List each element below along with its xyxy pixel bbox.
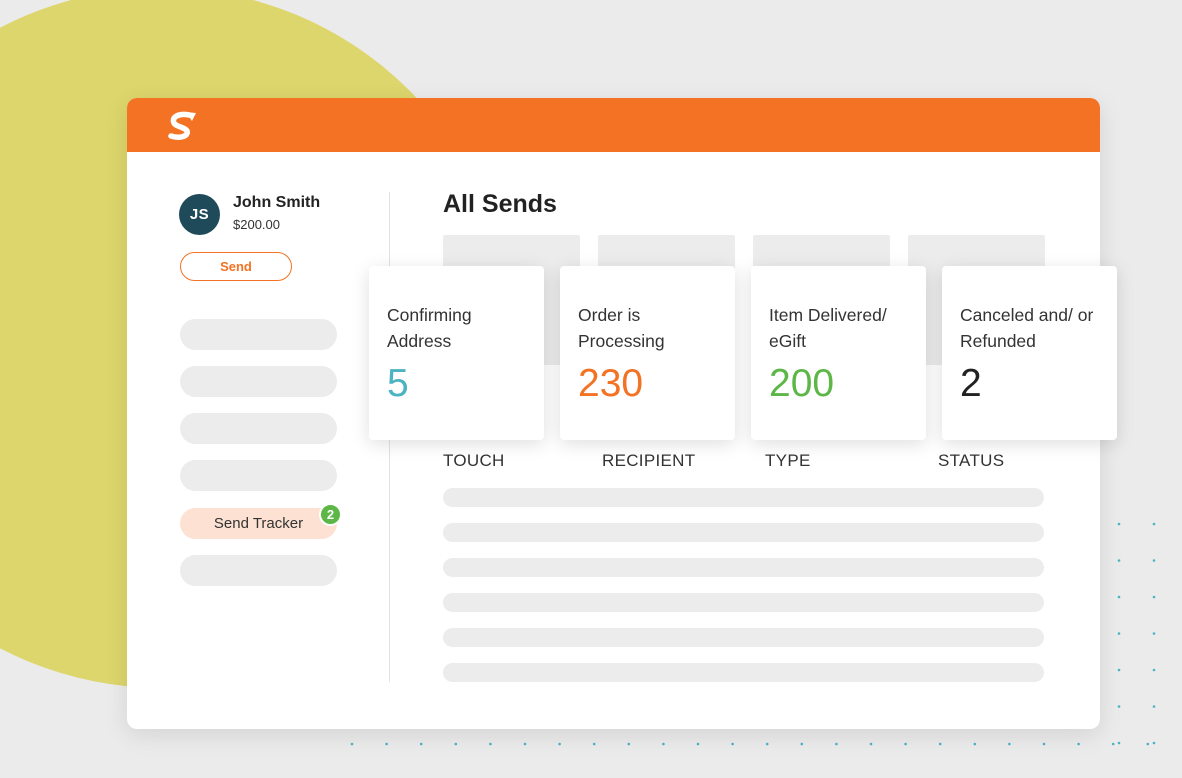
page-title: All Sends: [443, 190, 557, 218]
sidebar-item-placeholder[interactable]: [180, 460, 337, 491]
decorative-dot: [489, 742, 492, 746]
avatar[interactable]: JS: [179, 194, 220, 235]
sidebar: JS John Smith $200.00 Send Send Tracker …: [127, 152, 390, 729]
decorative-dot: [1008, 742, 1011, 746]
decorative-dot: [592, 742, 596, 746]
marketing-stage: JS John Smith $200.00 Send Send Tracker …: [0, 0, 1182, 778]
table-row[interactable]: [443, 593, 1044, 612]
decorative-dot: [765, 742, 769, 746]
decorative-dot: [1117, 741, 1121, 745]
column-header-touch[interactable]: TOUCH: [443, 451, 505, 471]
brand-logo-icon[interactable]: [165, 109, 199, 143]
decorative-dot: [1117, 705, 1121, 708]
status-card-item-delivered[interactable]: Item Delivered/ eGift 200: [751, 266, 926, 440]
decorative-dot: [800, 742, 804, 746]
sidebar-item-send-tracker[interactable]: Send Tracker: [180, 508, 337, 539]
table-row[interactable]: [443, 558, 1044, 577]
table-row[interactable]: [443, 663, 1044, 682]
decorative-dot: [1117, 595, 1121, 599]
decorative-dot: [1152, 559, 1156, 562]
status-card-value: 5: [387, 362, 409, 405]
decorative-dot: [385, 742, 388, 746]
top-bar: [127, 98, 1100, 152]
decorative-dot: [1152, 632, 1156, 635]
table-row[interactable]: [443, 523, 1044, 542]
decorative-dot: [1152, 741, 1156, 745]
decorative-dot: [1111, 742, 1115, 746]
decorative-dot: [1152, 705, 1156, 708]
decorative-dot: [558, 742, 561, 746]
decorative-dot: [1117, 522, 1121, 526]
sidebar-item-placeholder[interactable]: [180, 366, 337, 397]
notification-badge: 2: [319, 503, 342, 526]
decorative-dot: [1152, 668, 1156, 672]
decorative-dot: [523, 742, 527, 746]
table-row[interactable]: [443, 628, 1044, 647]
status-card-value: 2: [960, 362, 982, 405]
column-header-recipient[interactable]: RECIPIENT: [602, 451, 695, 471]
decorative-dot: [835, 742, 838, 746]
user-name: John Smith: [233, 194, 321, 211]
decorative-dot: [1152, 595, 1156, 599]
status-card-label: Confirming Address: [387, 305, 472, 351]
decorative-dot: [662, 742, 665, 746]
sidebar-item-placeholder[interactable]: [180, 413, 337, 444]
decorative-dot: [731, 742, 734, 746]
decorative-dot: [1146, 742, 1150, 746]
status-card-confirming-address[interactable]: Confirming Address 5: [369, 266, 544, 440]
status-card-value: 230: [578, 362, 644, 405]
column-header-status[interactable]: STATUS: [938, 451, 1004, 471]
decorative-dot: [454, 742, 458, 746]
decorative-dot: [1117, 559, 1121, 562]
decorative-dot: [904, 742, 907, 746]
decorative-dot: [1117, 632, 1121, 635]
column-header-type[interactable]: TYPE: [765, 451, 811, 471]
decorative-dot: [1042, 742, 1046, 746]
decorative-dot: [627, 742, 631, 746]
decorative-dot: [1152, 522, 1156, 526]
decorative-dot: [419, 742, 423, 746]
table-row[interactable]: [443, 488, 1044, 507]
user-balance: $200.00: [233, 217, 280, 232]
status-card-label: Order is Processing: [578, 305, 665, 351]
decorative-dot: [696, 742, 700, 746]
decorative-dot: [869, 742, 873, 746]
sidebar-item-placeholder[interactable]: [180, 319, 337, 350]
status-card-label: Canceled and/ or Refunded: [960, 305, 1094, 351]
sidebar-item-placeholder[interactable]: [180, 555, 337, 586]
decorative-dot: [350, 742, 354, 746]
decorative-dot: [1077, 742, 1080, 746]
decorative-dot: [973, 742, 977, 746]
status-card-order-processing[interactable]: Order is Processing 230: [560, 266, 735, 440]
status-card-canceled-refunded[interactable]: Canceled and/ or Refunded 2: [942, 266, 1117, 440]
status-card-label: Item Delivered/ eGift: [769, 305, 887, 351]
decorative-dot: [1117, 668, 1121, 672]
send-button[interactable]: Send: [180, 252, 292, 281]
decorative-dot: [938, 742, 942, 746]
status-card-value: 200: [769, 362, 835, 405]
